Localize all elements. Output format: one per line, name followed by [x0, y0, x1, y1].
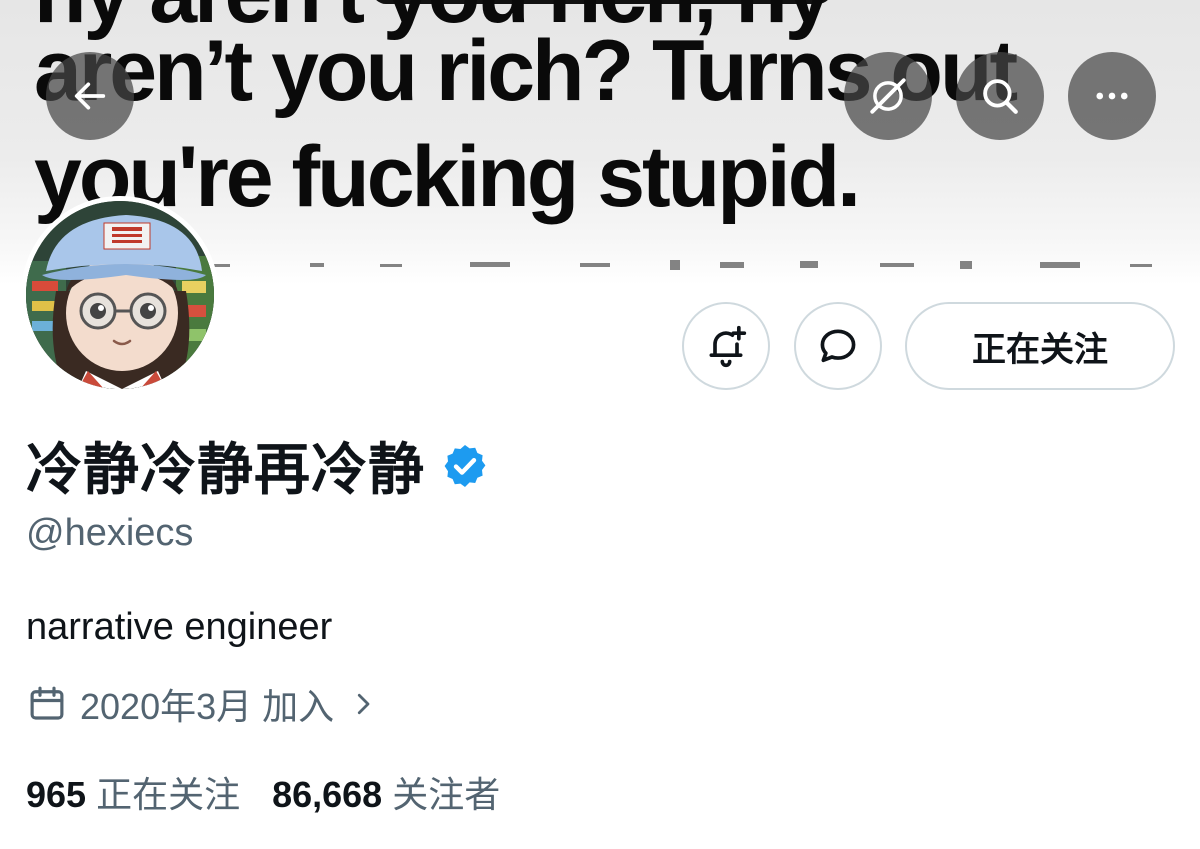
chat-bubble-icon [820, 329, 856, 363]
arrow-left-icon [74, 82, 106, 110]
avatar-illustration [26, 201, 214, 389]
bell-plus-icon [709, 325, 747, 368]
followers-label: 关注者 [392, 774, 501, 815]
calendar-icon [30, 686, 64, 720]
banner-scribble [200, 260, 1152, 270]
profile-page: hy aren't you rich, hy aren’t you rich? … [0, 0, 1200, 849]
verified-badge-icon[interactable] [441, 442, 489, 490]
followers-count: 86,668 [272, 774, 383, 815]
handle: @hexiecs [26, 512, 194, 554]
back-button[interactable] [46, 52, 134, 140]
notify-button[interactable] [682, 302, 770, 390]
chevron-right-icon [358, 693, 370, 715]
bio: narrative engineer [26, 606, 333, 648]
avatar-image [26, 201, 214, 389]
following-stat[interactable]: 965 正在关注 [26, 766, 240, 818]
following-count: 965 [26, 774, 87, 815]
joined-text: 2020年3月 加入 [80, 686, 335, 727]
search-button[interactable] [956, 52, 1044, 140]
joined-date[interactable]: 2020年3月 加入 [26, 678, 378, 730]
more-horizontal-icon [1096, 92, 1128, 100]
display-name: 冷静冷静再冷静 [26, 438, 425, 501]
more-button[interactable] [1068, 52, 1156, 140]
following-button[interactable]: 正在关注 [905, 302, 1175, 390]
message-button[interactable] [794, 302, 882, 390]
avatar[interactable] [21, 196, 219, 394]
follow-stats: 965 正在关注 86,668 关注者 [26, 766, 500, 818]
name-row: 冷静冷静再冷静 [26, 425, 489, 506]
grok-icon [870, 78, 906, 114]
grok-button[interactable] [844, 52, 932, 140]
followers-stat[interactable]: 86,668 关注者 [272, 766, 500, 818]
following-label: 正在关注 [96, 774, 241, 815]
search-icon [983, 79, 1018, 114]
